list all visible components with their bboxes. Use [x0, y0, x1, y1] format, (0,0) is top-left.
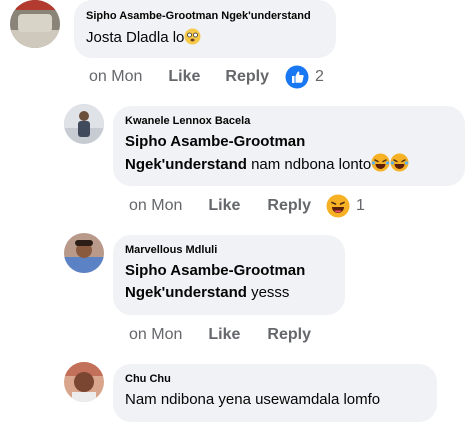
- avatar-kwanele[interactable]: [64, 104, 104, 144]
- reaction-summary[interactable]: 2: [285, 65, 324, 89]
- comment-text-content: Josta Dladla lo: [86, 29, 185, 46]
- like-icon: [285, 65, 309, 89]
- comment-author[interactable]: Marvellous Mdluli: [125, 244, 333, 257]
- reply-button[interactable]: Reply: [267, 326, 311, 344]
- mention-tag[interactable]: Sipho Asambe-Grootman: [125, 262, 305, 279]
- like-button[interactable]: Like: [168, 68, 200, 86]
- comment-time[interactable]: on Mon: [129, 197, 182, 215]
- comment-meta: on Mon Like Reply 1: [129, 193, 365, 219]
- avatar-sipho[interactable]: [10, 0, 60, 48]
- dizzy-face-emoji-icon: [184, 28, 201, 52]
- comment-meta: on Mon Like Reply: [129, 322, 311, 348]
- comment-time[interactable]: on Mon: [89, 68, 142, 86]
- comment-bubble: Kwanele Lennox Bacela Sipho Asambe-Groot…: [113, 106, 465, 186]
- comment-text: Sipho Asambe-Grootman Ngek'understand na…: [125, 131, 453, 179]
- avatar-chu-chu[interactable]: [64, 362, 104, 402]
- comment-author[interactable]: Chu Chu: [125, 373, 425, 386]
- comment-bubble: Chu Chu Nam ndibona yena usewamdala lomf…: [113, 364, 437, 422]
- comment-bubble: Marvellous Mdluli Sipho Asambe-Grootman …: [113, 235, 345, 315]
- avatar-photo: [64, 104, 104, 144]
- comment-text: Josta Dladla lo: [86, 27, 324, 52]
- avatar-photo: [10, 0, 60, 48]
- comment-author[interactable]: Sipho Asambe-Grootman Ngek'understand: [86, 10, 324, 23]
- avatar-marvellous[interactable]: [64, 233, 104, 273]
- comment-text: Sipho Asambe-Grootman Ngek'understand ye…: [125, 260, 333, 304]
- mention-tag[interactable]: Sipho Asambe-Grootman: [125, 133, 305, 150]
- reaction-summary[interactable]: 1: [326, 194, 365, 218]
- mention-tag-continued[interactable]: Ngek'understand: [125, 156, 247, 173]
- comment-meta: on Mon Like Reply 2: [89, 64, 324, 90]
- comment-bubble: Sipho Asambe-Grootman Ngek'understand Jo…: [74, 0, 336, 58]
- laughing-emoji-icon: [371, 153, 390, 179]
- laughing-emoji-icon: [390, 153, 409, 179]
- avatar-photo: [64, 362, 104, 402]
- comment-author[interactable]: Kwanele Lennox Bacela: [125, 115, 453, 128]
- mention-tag-continued[interactable]: Ngek'understand: [125, 284, 247, 301]
- haha-icon: [326, 194, 350, 218]
- comment-time[interactable]: on Mon: [129, 326, 182, 344]
- like-button[interactable]: Like: [208, 197, 240, 215]
- comment-text: Nam ndibona yena usewamdala lomfo: [125, 391, 381, 408]
- like-button[interactable]: Like: [208, 326, 240, 344]
- reply-button[interactable]: Reply: [267, 197, 311, 215]
- avatar-photo: [64, 233, 104, 273]
- comment-text-content: yesss: [246, 284, 290, 301]
- comment-text-content: nam ndbona lonto: [246, 156, 372, 173]
- reaction-count: 2: [314, 68, 324, 85]
- reaction-count: 1: [355, 197, 365, 214]
- reply-button[interactable]: Reply: [225, 68, 269, 86]
